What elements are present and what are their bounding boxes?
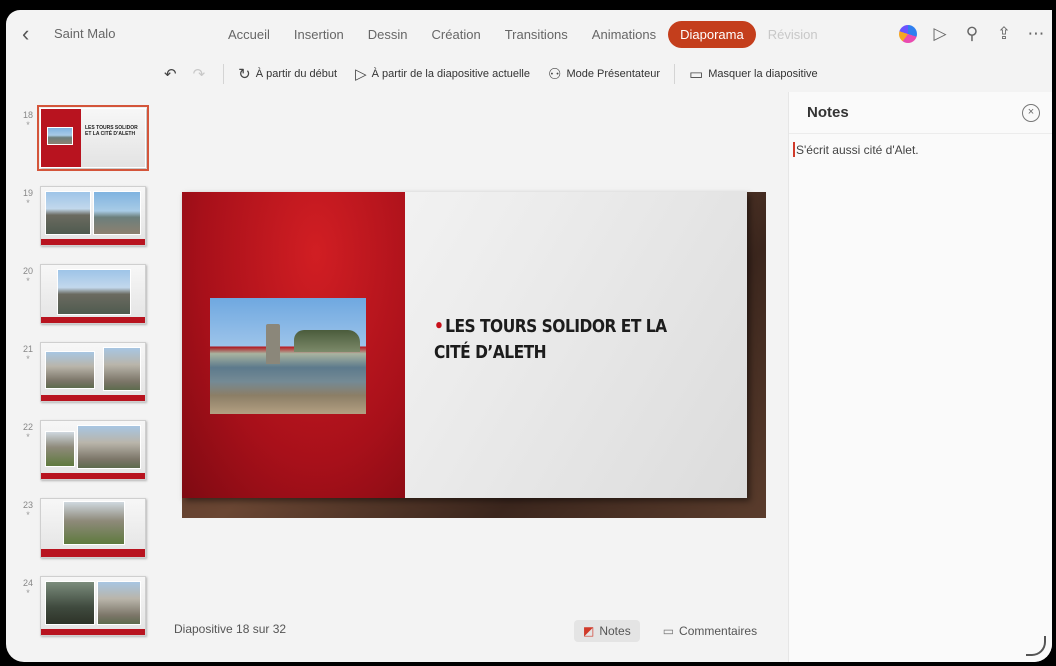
tab-diaporama[interactable]: Diaporama: [668, 20, 756, 48]
comment-icon: ▭: [662, 624, 675, 638]
ribbon-commands: ↶ ↷ ↻ À partir du début ▷ À partir de la…: [6, 58, 1052, 90]
undo-button[interactable]: ↶: [164, 65, 177, 83]
hide-slide-icon: ▭: [689, 66, 704, 83]
thumbnail-photo: [45, 581, 95, 625]
top-bar: ‹ Saint Malo Accueil Insertion Dessin Cr…: [6, 10, 1052, 58]
slide-thumbnail-18[interactable]: LES TOURS SOLIDOR ET LA CITÉ D’ALETH: [37, 105, 149, 171]
slide-thumbnail-21[interactable]: [40, 342, 146, 402]
slide-thumbnails: 18 * LES TOURS SOLIDOR ET LA CITÉ D’ALETH…: [6, 98, 158, 662]
slide-title-text: LES TOURS SOLIDOR ET LA CITÉ D’ALETH: [434, 316, 667, 363]
tab-dessin[interactable]: Dessin: [356, 21, 420, 48]
redo-button[interactable]: ↷: [193, 65, 206, 83]
document-title: Saint Malo: [54, 26, 116, 41]
slide-number: 23 *: [22, 500, 33, 520]
slide-number: 21 *: [22, 344, 33, 364]
text-cursor: [793, 142, 795, 157]
search-icon[interactable]: ⚲: [956, 20, 988, 48]
notes-button[interactable]: ◩ Notes: [574, 620, 640, 642]
thumbnail-photo: [63, 501, 125, 545]
more-icon[interactable]: ⋯: [1020, 20, 1052, 48]
slide-number: 20 *: [22, 266, 33, 286]
photo-hill: [294, 330, 360, 352]
slide-number: 18 *: [22, 110, 33, 130]
thumbnail-row: 19 *: [6, 184, 158, 256]
start-from-current-label: À partir de la diapositive actuelle: [371, 68, 530, 80]
slide-title[interactable]: •LES TOURS SOLIDOR ET LA CITÉ D’ALETH: [434, 314, 692, 366]
slide-thumbnail-24[interactable]: [40, 576, 146, 636]
start-from-beginning-label: À partir du début: [255, 68, 338, 80]
comments-button-label: Commentaires: [679, 624, 758, 638]
thumbnail-caption: LES TOURS SOLIDOR ET LA CITÉ D’ALETH: [85, 125, 138, 137]
start-from-beginning-button[interactable]: ↻ À partir du début: [238, 65, 337, 83]
notes-text: S'écrit aussi cité d'Alet.: [796, 143, 919, 157]
notes-pane: Notes × S'écrit aussi cité d'Alet.: [788, 92, 1052, 662]
notes-button-label: Notes: [599, 624, 631, 638]
slide-canvas[interactable]: •LES TOURS SOLIDOR ET LA CITÉ D’ALETH: [182, 192, 766, 518]
back-icon[interactable]: ‹: [22, 23, 42, 45]
thumbnail-row: 18 * LES TOURS SOLIDOR ET LA CITÉ D’ALETH: [6, 105, 158, 178]
notes-icon: ◩: [583, 624, 595, 638]
divider: [674, 64, 676, 84]
start-from-current-button[interactable]: ▷ À partir de la diapositive actuelle: [355, 65, 530, 83]
tab-revision[interactable]: Révision: [756, 21, 830, 48]
thumbnail-row: 21 *: [6, 340, 158, 412]
notes-title: Notes: [807, 104, 849, 121]
slide-thumbnail-20[interactable]: [40, 264, 146, 324]
notes-textarea[interactable]: S'écrit aussi cité d'Alet.: [789, 134, 1052, 157]
presenter-mode-button[interactable]: ⚇ Mode Présentateur: [548, 65, 660, 83]
share-icon[interactable]: ⇪: [988, 20, 1020, 48]
comments-button[interactable]: ▭ Commentaires: [654, 620, 766, 642]
play-outline-icon: ▷: [355, 66, 367, 83]
hide-slide-button[interactable]: ▭ Masquer la diapositive: [689, 65, 818, 83]
thumbnail-row: 23 *: [6, 496, 158, 568]
app-window: ‹ Saint Malo Accueil Insertion Dessin Cr…: [6, 10, 1052, 662]
thumbnail-row: 22 *: [6, 418, 158, 490]
thumbnail-row: 20 *: [6, 262, 158, 334]
tab-animations[interactable]: Animations: [580, 21, 668, 48]
slide-photo-solidor[interactable]: [210, 298, 366, 414]
bottom-toolbar: ◩ Notes ▭ Commentaires: [574, 618, 766, 644]
thumbnail-photo: [45, 431, 75, 467]
slide-thumbnail-19[interactable]: [40, 186, 146, 246]
hide-slide-label: Masquer la diapositive: [708, 68, 818, 80]
thumbnail-photo: [93, 191, 141, 235]
bullet-icon: •: [434, 316, 444, 337]
slide-number: 22 *: [22, 422, 33, 442]
play-icon[interactable]: ▷: [924, 20, 956, 48]
thumbnail-photo: [103, 347, 141, 391]
thumbnail-photo: [45, 191, 91, 235]
undo-icon: ↶: [164, 66, 177, 83]
photo-tower: [266, 324, 280, 364]
slide-counter: Diapositive 18 sur 32: [174, 622, 287, 636]
slide-thumbnail-22[interactable]: [40, 420, 146, 480]
thumbnail-photo: [47, 127, 73, 145]
tab-accueil[interactable]: Accueil: [216, 21, 282, 48]
restart-icon: ↻: [238, 66, 251, 83]
tab-transitions[interactable]: Transitions: [493, 21, 580, 48]
thumbnail-photo: [57, 269, 131, 315]
divider: [223, 64, 225, 84]
top-icons: ▷ ⚲ ⇪ ⋯: [892, 20, 1052, 48]
thumbnail-photo: [45, 351, 95, 389]
presenter-mode-label: Mode Présentateur: [566, 68, 661, 80]
tab-insertion[interactable]: Insertion: [282, 21, 356, 48]
slide-number: 19 *: [22, 188, 33, 208]
notes-header: Notes ×: [789, 92, 1052, 134]
thumbnail-photo: [97, 581, 141, 625]
tab-creation[interactable]: Création: [420, 21, 493, 48]
thumbnail-row: 24 *: [6, 574, 158, 646]
slide-18[interactable]: •LES TOURS SOLIDOR ET LA CITÉ D’ALETH: [182, 192, 747, 498]
presenter-icon: ⚇: [548, 66, 562, 83]
slide-number: 24 *: [22, 578, 33, 598]
ribbon-tabs: Accueil Insertion Dessin Création Transi…: [216, 20, 830, 48]
redo-icon: ↷: [192, 66, 206, 83]
close-icon[interactable]: ×: [1022, 103, 1040, 122]
copilot-icon[interactable]: [892, 20, 924, 48]
thumbnail-photo: [77, 425, 141, 469]
slide-thumbnail-23[interactable]: [40, 498, 146, 558]
